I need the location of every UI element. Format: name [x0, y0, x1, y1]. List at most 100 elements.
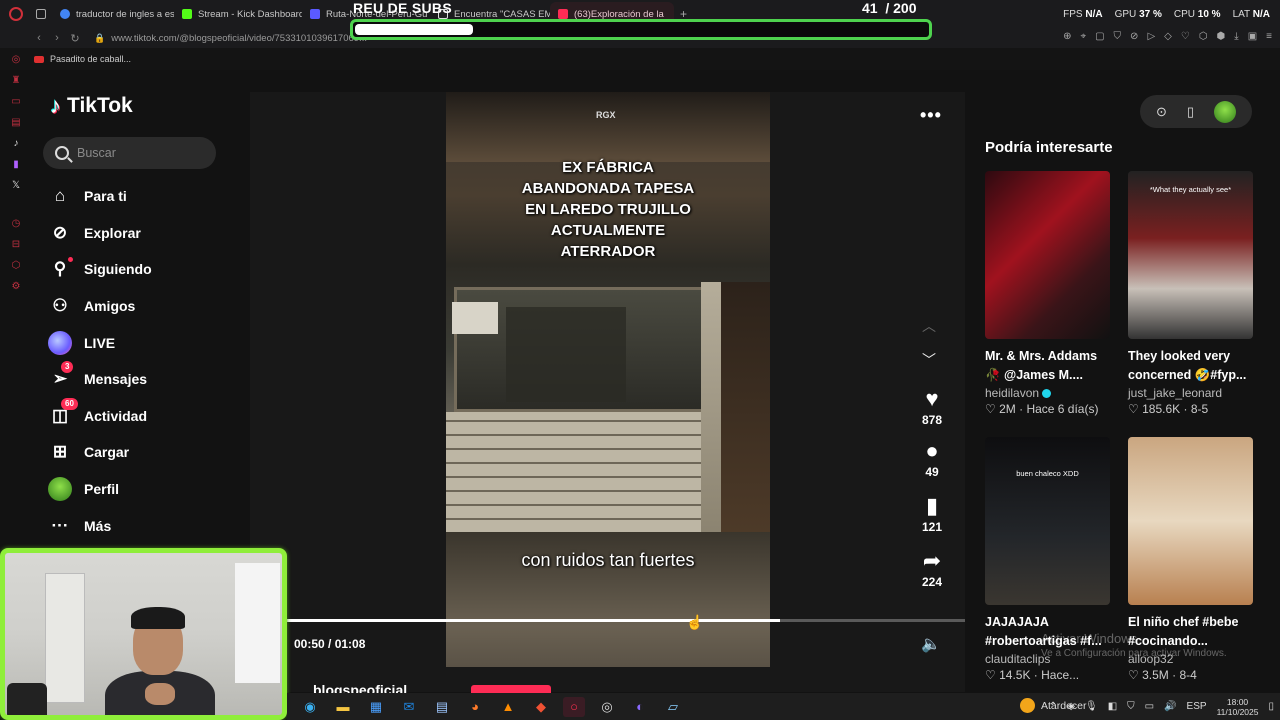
card-meta: ♡ 185.6K · 8-5	[1128, 402, 1209, 416]
forward-arrow-icon[interactable]: ›	[48, 32, 66, 44]
gx-corner-icon[interactable]: ♜	[12, 75, 21, 87]
share-button[interactable]: ➦ 224	[910, 548, 954, 589]
video-progress-fill	[287, 619, 780, 622]
opera-gx-icon[interactable]: ○	[563, 696, 585, 717]
back-arrow-icon[interactable]: ‹	[30, 32, 48, 44]
browser-sidebar: ◎ ♜ ▭ ▤ ♪ ▮ 𝕏 ◷ ⊟ ⬡ ⚙	[0, 50, 32, 320]
discord-icon[interactable]: ◐	[629, 697, 651, 717]
recommendation-card[interactable]: *What they actually see* They looked ver…	[1128, 171, 1254, 416]
copilot-icon[interactable]: ◈	[1067, 701, 1075, 712]
device-icon[interactable]: ▯	[1187, 104, 1194, 120]
file-explorer-icon[interactable]: ▬	[332, 697, 354, 717]
video-progress-bar[interactable]	[287, 619, 965, 622]
comment-button[interactable]: ● 49	[910, 438, 954, 479]
menu-icon[interactable]: ≡	[1266, 31, 1272, 42]
security-icon[interactable]: ⛉	[1127, 701, 1135, 712]
nav-item-amigos[interactable]: ⚇ Amigos	[48, 288, 238, 325]
music-icon[interactable]: ▤	[11, 117, 20, 129]
pinboard-icon[interactable]: ⊟	[12, 239, 20, 251]
previous-video-icon[interactable]: ︿	[922, 316, 936, 336]
tiktok-sidebar-icon[interactable]: ♪	[14, 138, 19, 150]
vlc-icon[interactable]: ▲	[497, 697, 519, 717]
outlook-icon[interactable]: ✉	[398, 697, 420, 717]
extensions-icon[interactable]: ⬡	[1199, 31, 1208, 42]
zoom-icon[interactable]: ⊕	[1063, 31, 1071, 42]
card-age: Hace 6 día(s)	[1026, 402, 1099, 416]
like-button[interactable]: ♥ 878	[910, 386, 954, 427]
edge-icon[interactable]: ◉	[299, 697, 321, 717]
search-input[interactable]: Buscar	[43, 137, 216, 169]
video-thumbnail[interactable]: *What they actually see*	[1128, 171, 1253, 339]
screenshot-icon[interactable]: ▢	[1095, 31, 1104, 42]
extensions-sidebar-icon[interactable]: ⬡	[12, 260, 21, 272]
speaker-icon[interactable]: 🔊	[1164, 701, 1176, 712]
nav-item-para-ti[interactable]: ⌂ Para ti	[48, 178, 238, 215]
video-player[interactable]: RGX EX FÁBRICA ABANDONADA TAPESA EN LARE…	[446, 92, 770, 667]
store-icon[interactable]: ▦	[365, 697, 387, 717]
nav-item-cargar[interactable]: ⊞ Cargar	[48, 434, 238, 471]
adblock-icon[interactable]: ⊘	[1130, 31, 1138, 42]
pin-icon[interactable]: ⌖	[1080, 31, 1086, 42]
profile-avatar[interactable]	[1213, 100, 1236, 123]
coins-icon[interactable]: ⊙	[1156, 104, 1167, 120]
tiktok-logo[interactable]: ♪ TikTok	[50, 93, 133, 119]
nav-item-explorar[interactable]: ⊘ Explorar	[48, 215, 238, 252]
easy-setup-icon[interactable]: ◇	[1164, 31, 1172, 42]
tray-chevron-icon[interactable]: ⌃	[1049, 701, 1057, 712]
aria-icon[interactable]: ◎	[12, 54, 21, 66]
history-icon[interactable]: ◷	[12, 218, 21, 230]
recommendation-card[interactable]: Mr. & Mrs. Addams 🥀 @James M.... heidila…	[985, 171, 1111, 416]
nav-item-actividad[interactable]: ◫ 60 Actividad	[48, 397, 238, 435]
clock-time: 18:00	[1226, 696, 1249, 707]
video-thumbnail[interactable]	[985, 171, 1110, 339]
nav-item-live[interactable]: LIVE	[48, 324, 238, 361]
notepad-icon[interactable]: ▤	[431, 697, 453, 717]
heart-icon[interactable]: ♡	[1181, 31, 1190, 42]
next-video-icon[interactable]: ﹀	[922, 350, 936, 370]
app-icon[interactable]: ▱	[662, 697, 684, 717]
url-field[interactable]: www.tiktok.com/@blogspeoficial/video/753…	[111, 33, 367, 44]
nav-label: LIVE	[84, 334, 116, 351]
avatar-icon	[48, 477, 72, 502]
wallet-icon[interactable]: ▣	[1248, 31, 1257, 42]
save-button[interactable]: ▮ 121	[910, 493, 954, 534]
settings-icon[interactable]: ⚙	[12, 281, 21, 293]
reload-icon[interactable]: ↻	[66, 32, 84, 45]
volume-icon[interactable]: 🔈	[921, 634, 941, 654]
video-thumbnail[interactable]	[1128, 437, 1253, 605]
nav-item-mas[interactable]: ··· Más	[48, 507, 238, 544]
download-icon[interactable]: ⤓	[1234, 31, 1238, 42]
tab-translator[interactable]: traductor de ingles a espa	[52, 2, 174, 26]
snapshot-icon[interactable]: ⬢	[1217, 31, 1226, 42]
messenger-icon[interactable]: ▭	[11, 96, 20, 108]
nav-item-mensajes[interactable]: ➢ 3 Mensajes	[48, 361, 238, 398]
language-indicator[interactable]: ESP	[1187, 701, 1207, 712]
nav-item-siguiendo[interactable]: ⚲ Siguiendo	[48, 251, 238, 288]
nav-label: Perfil	[84, 481, 120, 498]
notifications-icon[interactable]: ▯	[1268, 701, 1274, 712]
bookmark-item[interactable]: Pasadito de caball...	[50, 54, 131, 64]
vpn-shield-icon[interactable]: ⛉	[1114, 31, 1122, 42]
microphone-icon[interactable]: 🎙	[1085, 701, 1098, 712]
lock-icon[interactable]: 🔒	[94, 33, 105, 44]
player-icon[interactable]: ▷	[1147, 31, 1155, 42]
camera-icon[interactable]: ◧	[1108, 701, 1117, 712]
video-thumbnail[interactable]: buen chaleco XDD	[985, 437, 1110, 605]
twitch-icon[interactable]: ▮	[13, 159, 19, 171]
tab-workspaces[interactable]	[32, 2, 52, 26]
opera-logo-icon[interactable]	[0, 0, 32, 28]
tab-kick-dashboard[interactable]: Stream - Kick Dashboard	[174, 2, 302, 26]
windows-taskbar: ◉ ▬ ▦ ✉ ▤ ◕ ▲ ◆ ○ ◎ ◐ ▱ Atardecer ⌃ ◈ 🎙 …	[287, 693, 1280, 720]
more-options-icon[interactable]: •••	[920, 105, 942, 126]
nav-item-perfil[interactable]: Perfil	[48, 471, 238, 508]
obs-icon[interactable]: ◎	[596, 697, 618, 717]
ethernet-icon[interactable]: ▭	[1145, 701, 1154, 712]
x-icon[interactable]: 𝕏	[12, 180, 20, 192]
recommendation-card[interactable]: El niño chef #bebe #cocinando... ailoop3…	[1128, 437, 1254, 682]
card-user[interactable]: heidilavon	[985, 386, 1111, 400]
git-icon[interactable]: ◆	[530, 697, 552, 717]
firefox-icon[interactable]: ◕	[464, 697, 486, 717]
goal-title: REU DE SUBS	[353, 0, 452, 16]
card-user[interactable]: just_jake_leonard	[1128, 386, 1254, 400]
taskbar-clock[interactable]: 18:00 11/10/2025	[1217, 697, 1259, 717]
